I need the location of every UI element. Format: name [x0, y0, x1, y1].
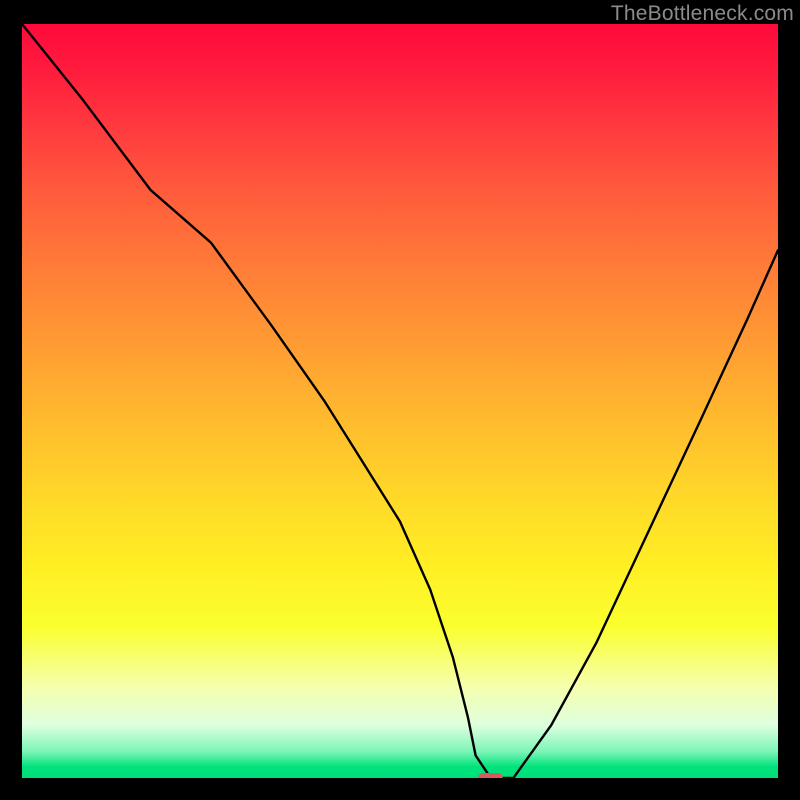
plot-area	[22, 24, 778, 778]
optimum-marker	[478, 773, 503, 778]
watermark-label: TheBottleneck.com	[611, 2, 794, 26]
background-gradient	[22, 24, 778, 778]
chart-frame: TheBottleneck.com	[0, 0, 800, 800]
